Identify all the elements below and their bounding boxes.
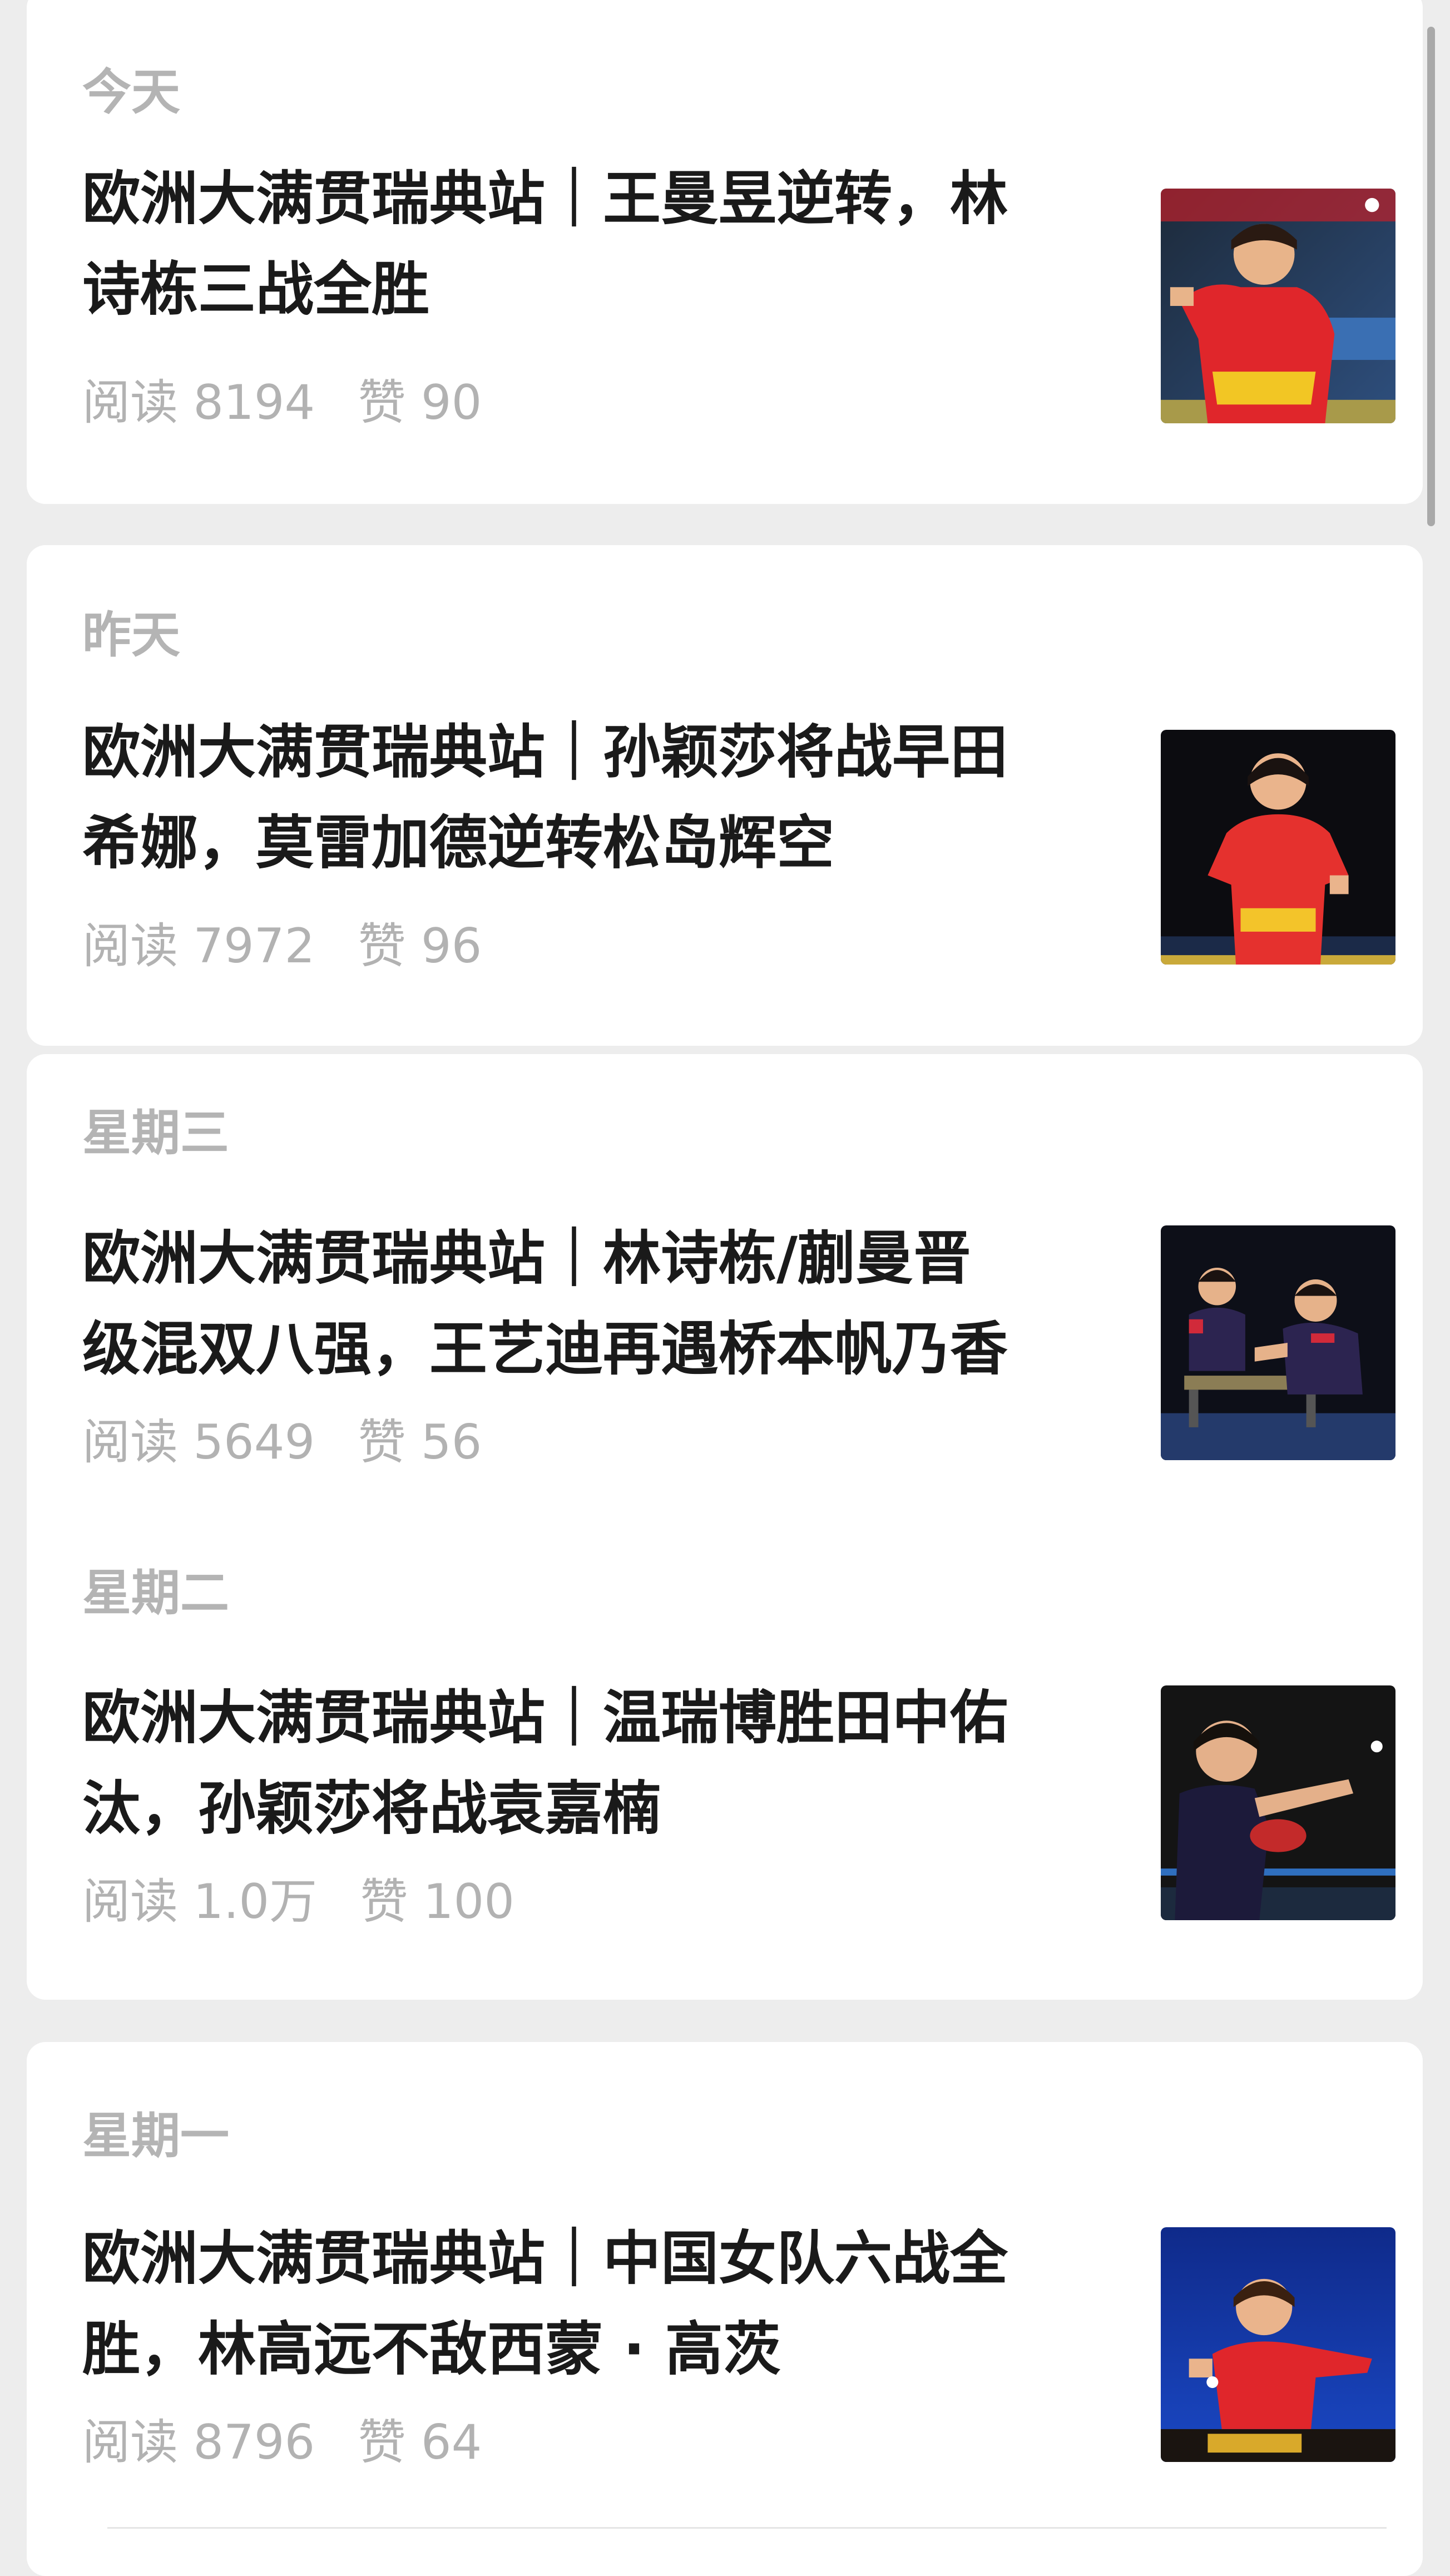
article-title[interactable]: 欧洲大满贯瑞典站｜孙颖莎将战早田 希娜，莫雷加德逆转松岛辉空 <box>82 707 1117 888</box>
date-header: 星期一 <box>82 2107 230 2164</box>
article-stats: 阅读 1.0万 赞 100 <box>82 1878 514 1926</box>
article-title-line: 欧洲大满贯瑞典站｜王曼昱逆转，林 <box>82 165 1008 233</box>
article-title-line: 欧洲大满贯瑞典站｜中国女队六战全 <box>82 2224 1008 2292</box>
table-tennis-player-photo-icon <box>1161 1685 1395 1920</box>
reads-label: 阅读 <box>82 1874 178 1930</box>
list-divider <box>107 2527 1387 2529</box>
likes-label: 赞 <box>358 918 406 974</box>
reads-label: 阅读 <box>82 1415 178 1470</box>
reads-count: 5649 <box>193 1415 315 1470</box>
likes-count: 96 <box>420 918 482 974</box>
likes-count: 64 <box>420 2415 482 2470</box>
article-thumbnail[interactable] <box>1161 730 1395 965</box>
article-title-line: 欧洲大满贯瑞典站｜温瑞博胜田中佑 <box>82 1684 1008 1752</box>
article-stats: 阅读 7972 赞 96 <box>82 922 482 970</box>
article-title[interactable]: 欧洲大满贯瑞典站｜林诗栋/蒯曼晋 级混双八强，王艺迪再遇桥本帆乃香 <box>82 1213 1117 1395</box>
article-stats: 阅读 5649 赞 56 <box>82 1418 482 1466</box>
likes-label: 赞 <box>360 1874 408 1930</box>
table-tennis-player-photo-icon <box>1161 2227 1395 2462</box>
date-header: 星期三 <box>82 1104 230 1161</box>
article-title[interactable]: 欧洲大满贯瑞典站｜王曼昱逆转，林 诗栋三战全胜 <box>82 154 1117 335</box>
article-title-line: 汰，孙颖莎将战袁嘉楠 <box>82 1774 661 1842</box>
mixed-doubles-photo-icon <box>1161 1225 1395 1460</box>
likes-label: 赞 <box>358 375 406 431</box>
article-title[interactable]: 欧洲大满贯瑞典站｜温瑞博胜田中佑 汰，孙颖莎将战袁嘉楠 <box>82 1673 1117 1854</box>
article-title-line: 欧洲大满贯瑞典站｜林诗栋/蒯曼晋 <box>82 1224 971 1292</box>
reads-label: 阅读 <box>82 918 178 974</box>
table-tennis-player-photo-icon <box>1161 189 1395 423</box>
date-header: 昨天 <box>82 606 181 664</box>
article-card[interactable]: 星期一 欧洲大满贯瑞典站｜中国女队六战全 胜，林高远不敌西蒙 · 高茨 阅读 8… <box>27 2042 1423 2576</box>
article-title-line: 级混双八强，王艺迪再遇桥本帆乃香 <box>82 1315 1008 1383</box>
article-card[interactable]: 星期三 欧洲大满贯瑞典站｜林诗栋/蒯曼晋 级混双八强，王艺迪再遇桥本帆乃香 阅读… <box>27 1054 1423 2000</box>
reads-count: 7972 <box>193 918 315 974</box>
date-header: 今天 <box>82 63 181 121</box>
article-thumbnail[interactable] <box>1161 2227 1395 2462</box>
article-stats: 阅读 8194 赞 90 <box>82 379 482 427</box>
article-card[interactable]: 昨天 欧洲大满贯瑞典站｜孙颖莎将战早田 希娜，莫雷加德逆转松岛辉空 阅读 797… <box>27 545 1423 1046</box>
likes-label: 赞 <box>358 2415 406 2470</box>
date-header: 星期二 <box>82 1564 230 1621</box>
article-stats: 阅读 8796 赞 64 <box>82 2419 482 2466</box>
article-title-line: 希娜，莫雷加德逆转松岛辉空 <box>82 809 835 877</box>
likes-count: 56 <box>420 1415 482 1470</box>
likes-count: 90 <box>420 375 482 431</box>
reads-count: 8194 <box>193 375 315 431</box>
article-card[interactable]: 今天 欧洲大满贯瑞典站｜王曼昱逆转，林 诗栋三战全胜 阅读 8194 赞 90 <box>27 0 1423 504</box>
likes-label: 赞 <box>358 1415 406 1470</box>
table-tennis-player-photo-icon <box>1161 730 1395 965</box>
reads-count: 8796 <box>193 2415 315 2470</box>
reads-label: 阅读 <box>82 2415 178 2470</box>
reads-label: 阅读 <box>82 375 178 431</box>
reads-count: 1.0万 <box>193 1874 318 1930</box>
article-thumbnail[interactable] <box>1161 1225 1395 1460</box>
article-feed: 今天 欧洲大满贯瑞典站｜王曼昱逆转，林 诗栋三战全胜 阅读 8194 赞 90 <box>0 0 1450 2576</box>
article-title-line: 诗栋三战全胜 <box>82 255 430 323</box>
article-title-line: 胜，林高远不敌西蒙 · 高茨 <box>82 2315 781 2383</box>
article-title-line: 欧洲大满贯瑞典站｜孙颖莎将战早田 <box>82 718 1008 786</box>
article-thumbnail[interactable] <box>1161 189 1395 423</box>
likes-count: 100 <box>423 1874 514 1930</box>
article-thumbnail[interactable] <box>1161 1685 1395 1920</box>
article-title[interactable]: 欧洲大满贯瑞典站｜中国女队六战全 胜，林高远不敌西蒙 · 高茨 <box>82 2213 1117 2395</box>
scrollbar[interactable] <box>1427 27 1435 526</box>
